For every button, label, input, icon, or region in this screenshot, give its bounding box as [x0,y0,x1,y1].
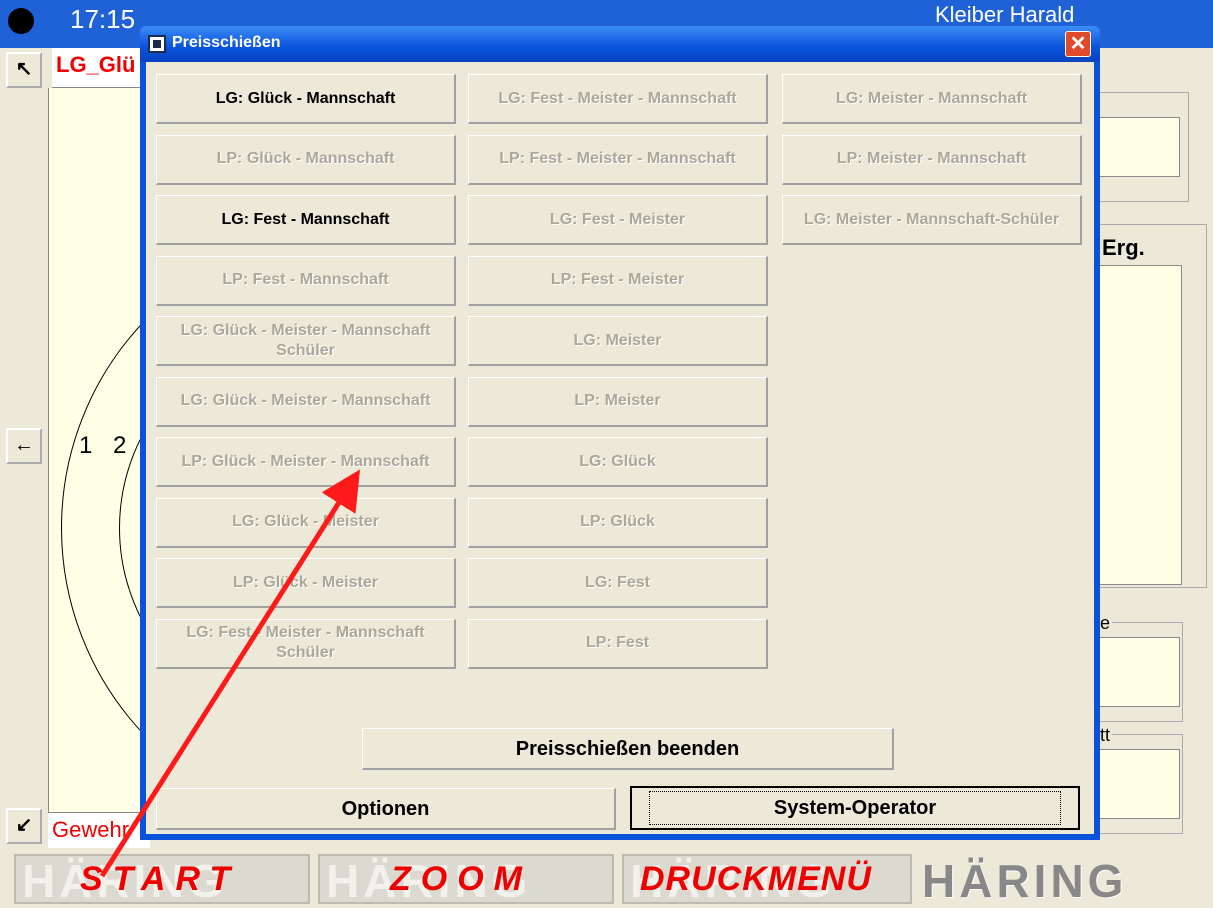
preis-option-button[interactable]: LP: Glück - Meister [156,558,456,608]
dialog-body: LG: Glück - Mannschaft LP: Glück - Mannsc… [146,62,1094,834]
bottom-bar: HÄRING START HÄRING ZOOM HÄRING DRUCKMEN… [0,848,1213,908]
preis-option-button[interactable]: LG: Fest - Meister - Mannschaft Schüler [156,618,456,669]
preis-option-button[interactable]: LP: Meister - Mannschaft [782,134,1082,185]
preis-option-label: LG: Glück [579,452,656,470]
status-dot-icon [8,8,34,34]
preis-option-button[interactable]: LP: Fest - Meister - Mannschaft [468,134,768,185]
options-button-label: Optionen [341,797,430,820]
preis-option-button[interactable]: LP: Glück - Mannschaft [156,134,456,185]
right-panel: Erg. e tt [1097,48,1213,848]
value-box [1098,117,1180,177]
preis-option-button[interactable]: LG: Meister - Mannschaft-Schüler [782,195,1082,245]
shooter-name: Kleiber Harald [935,2,1075,27]
preis-option-label: LP: Meister [574,392,661,409]
preis-option-button[interactable]: LG: Glück - Meister - Mannschaft [156,376,456,427]
preis-option-label: LG: Glück - Mannschaft [215,89,396,107]
preis-option-button[interactable]: LG: Glück - Meister [156,497,456,548]
preis-option-label: LP: Glück - Meister [233,573,378,591]
dialog-title: Preisschießen [172,34,281,51]
app-icon [148,35,166,53]
start-label: START [80,860,241,898]
result-list [1098,265,1182,585]
end-button-label: Preisschießen beenden [515,737,740,760]
preisschiessen-dialog: Preisschießen ✕ LG: Glück - Mannschaft LP… [140,26,1100,840]
preis-option-label: LP: Meister - Mannschaft [836,150,1027,167]
preis-option-button[interactable]: LG: Glück - Meister - Mannschaft Schüler [156,316,456,366]
preis-option-label: LP: Fest - Meister - Mannschaft [499,150,736,167]
preis-option-label: LG: Fest - Meister [549,210,686,228]
print-menu-button[interactable]: HÄRING DRUCKMENÜ [622,854,912,907]
preis-option-label: LG: Fest - Meister - Mannschaft Schüler [186,624,425,661]
nav-down-left-button[interactable]: ↙ [6,808,42,844]
preis-option-button[interactable]: LG: Glück [468,437,768,487]
preis-option-button[interactable]: LP: Fest [468,618,768,669]
preis-option-label: LG: Fest [585,573,650,591]
target-display: 1 2 [48,88,150,812]
preis-option-button[interactable]: LG: Meister [468,316,768,366]
ring-number: 1 [79,432,93,459]
preis-option-label: LG: Glück - Meister [232,513,379,530]
result-group: Erg. [1097,224,1207,588]
options-button[interactable]: Optionen [156,788,616,830]
ring-number: 2 [113,432,127,459]
preis-option-label: LG: Fest - Mannschaft [221,210,390,228]
preis-option-button[interactable]: LG: Fest - Meister - Mannschaft [468,74,768,124]
preis-option-label: LG: Glück - Meister - Mannschaft [180,392,431,409]
preis-option-label: LG: Meister [573,331,662,349]
result-header: Erg. [1102,235,1145,260]
dialog-title-bar[interactable]: Preisschießen ✕ [140,26,1100,62]
preis-option-label: LP: Glück - Meister - Mannschaft [181,452,430,470]
preis-option-label: LG: Meister - Mannschaft [835,89,1028,107]
preis-option-button[interactable]: LP: Glück [468,497,768,548]
left-nav-column: ↖ ← ↙ [0,48,48,848]
haering-logo: HÄRING [922,855,1128,907]
zoom-button[interactable]: HÄRING ZOOM [318,854,614,907]
close-button[interactable]: ✕ [1065,31,1091,57]
preis-option-label: LG: Meister - Mannschaft-Schüler [803,210,1060,228]
preis-option-button[interactable]: LG: Fest - Mannschaft [156,195,456,245]
preis-option-label: LG: Fest - Meister - Mannschaft [498,89,737,107]
close-icon: ✕ [1069,33,1087,55]
preis-option-label: LP: Fest - Mannschaft [222,271,389,288]
start-button[interactable]: HÄRING START [14,854,310,907]
zoom-label: ZOOM [390,860,532,898]
preis-option-label: LP: Glück - Mannschaft [216,150,395,167]
end-preisschiessen-button[interactable]: Preisschießen beenden [362,728,894,770]
weapon-label: Gewehr [48,812,150,848]
preis-option-button[interactable]: LG: Fest [468,558,768,608]
value-box [1098,749,1180,819]
nav-up-left-button[interactable]: ↖ [6,52,42,88]
nav-left-button[interactable]: ← [6,428,42,464]
group-box [1097,92,1189,202]
preis-option-button[interactable]: LG: Fest - Meister [468,195,768,245]
group-caption: e [1098,613,1113,634]
value-box [1098,637,1180,707]
system-operator-button[interactable]: System-Operator [630,786,1080,830]
preis-option-label: LG: Glück - Meister - Mannschaft Schüler [180,321,431,359]
system-operator-label: System-Operator [648,791,1062,825]
discipline-label: LG_Glü [52,48,150,88]
preis-option-button[interactable]: LG: Meister - Mannschaft [782,74,1082,124]
preis-option-button[interactable]: LP: Fest - Meister [468,255,768,306]
preis-option-label: LP: Glück [580,513,655,530]
group-box: tt [1097,725,1183,834]
group-box: e [1097,613,1183,722]
preis-option-button[interactable]: LP: Fest - Mannschaft [156,255,456,306]
preis-option-button[interactable]: LP: Glück - Meister - Mannschaft [156,437,456,487]
clock: 17:15 [70,4,136,34]
preis-option-label: LP: Fest [585,634,650,651]
preis-option-button[interactable]: LP: Meister [468,376,768,427]
group-caption: tt [1098,725,1113,746]
preis-option-button[interactable]: LG: Glück - Mannschaft [156,74,456,124]
preis-option-label: LP: Fest - Meister [550,271,685,288]
print-menu-label: DRUCKMENÜ [640,860,872,898]
